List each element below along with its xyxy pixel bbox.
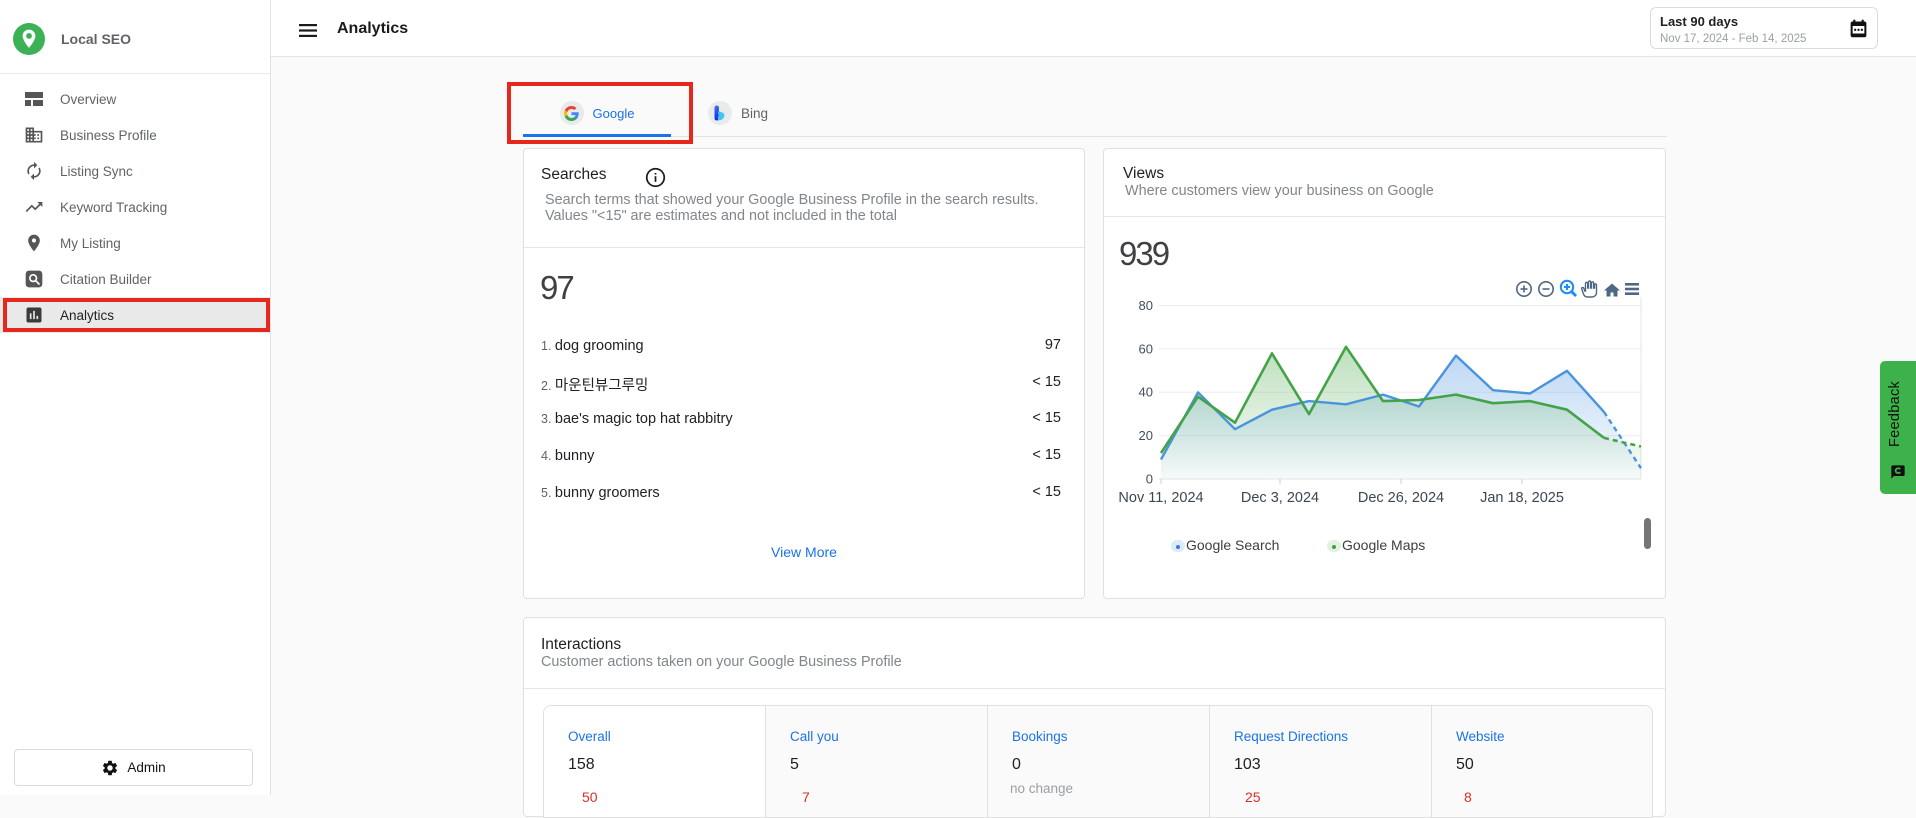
svg-text:20: 20 xyxy=(1139,428,1153,443)
svg-text:Nov 11, 2024: Nov 11, 2024 xyxy=(1118,490,1203,506)
svg-text:Dec 26, 2024: Dec 26, 2024 xyxy=(1358,490,1444,506)
svg-text:60: 60 xyxy=(1139,341,1153,356)
svg-text:40: 40 xyxy=(1139,385,1153,400)
svg-text:80: 80 xyxy=(1139,298,1153,313)
svg-text:0: 0 xyxy=(1146,472,1153,487)
svg-text:Dec 3, 2024: Dec 3, 2024 xyxy=(1241,490,1319,506)
svg-text:Jan 18, 2025: Jan 18, 2025 xyxy=(1480,490,1564,506)
